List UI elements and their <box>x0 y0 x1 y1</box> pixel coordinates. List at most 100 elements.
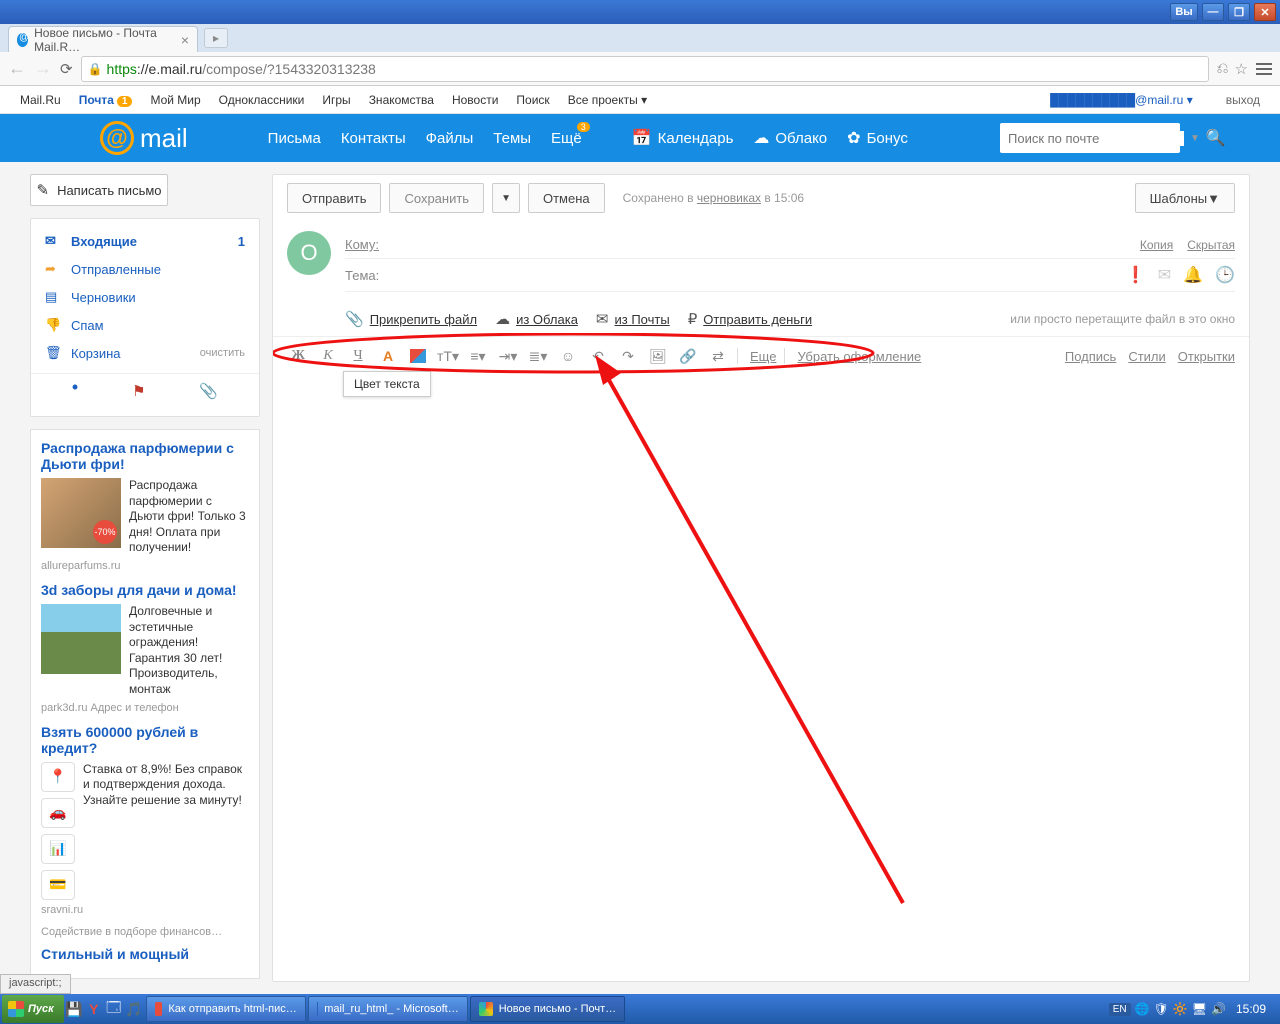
ad-item-1[interactable]: -70% Распродажа парфюмерии с Дьюти фри! … <box>41 478 249 556</box>
attach-tab-icon[interactable]: 📎 <box>199 382 218 400</box>
folder-inbox[interactable]: ✉ Входящие 1 <box>31 227 259 255</box>
cc-link[interactable]: Копия <box>1140 238 1173 252</box>
tab-close-icon[interactable]: × <box>181 32 189 48</box>
indent-button[interactable]: ⇥▾ <box>497 345 519 367</box>
ql-media-icon[interactable]: 🎵 <box>124 997 144 1021</box>
tray-volume-icon[interactable]: 🔊 <box>1211 1002 1226 1016</box>
taskbar-item-3[interactable]: Новое письмо - Почт… <box>470 996 625 1022</box>
translate-button[interactable]: ⇄ <box>707 345 729 367</box>
unread-tab-icon[interactable]: • <box>72 382 78 400</box>
save-button[interactable]: Сохранить <box>389 183 484 213</box>
to-label[interactable]: Кому: <box>345 237 379 252</box>
tray-icon[interactable]: 🖥 <box>1192 1002 1207 1016</box>
toplink-pochta[interactable]: Почта1 <box>79 93 133 107</box>
tray-lang[interactable]: EN <box>1109 1003 1131 1016</box>
close-button[interactable]: ✕ <box>1254 3 1276 21</box>
taskbar-item-2[interactable]: mail_ru_html_ - Microsoft… <box>308 996 468 1022</box>
styles-link[interactable]: Стили <box>1128 349 1165 364</box>
tray-clock[interactable]: 15:09 <box>1230 1002 1272 1016</box>
notify-icon[interactable]: 🔔 <box>1183 265 1203 285</box>
browser-menu-button[interactable] <box>1256 63 1272 75</box>
attach-cloud-button[interactable]: ☁из Облака <box>495 310 578 328</box>
browser-tab[interactable]: Новое письмо - Почта Mail.R… × <box>8 26 198 52</box>
save-dropdown-button[interactable]: ▼ <box>492 183 520 213</box>
nav-bonus[interactable]: ✿Бонус <box>847 128 908 148</box>
folder-spam[interactable]: 👎 Спам <box>31 311 259 339</box>
image-button[interactable]: 🖼 <box>647 345 669 367</box>
subject-field-row[interactable]: Тема: ❗ ✉ 🔔 🕒 <box>345 259 1235 292</box>
emoji-button[interactable]: ☺ <box>557 345 579 367</box>
toplink-dating[interactable]: Знакомства <box>369 93 434 107</box>
bcc-link[interactable]: Скрытая <box>1187 238 1235 252</box>
nav-files[interactable]: Файлы <box>426 130 474 147</box>
schedule-icon[interactable]: 🕒 <box>1215 265 1235 285</box>
nav-themes[interactable]: Темы <box>493 130 531 147</box>
flag-tab-icon[interactable]: ⚑ <box>132 382 145 400</box>
underline-button[interactable]: Ч <box>347 345 369 367</box>
send-money-button[interactable]: ₽Отправить деньги <box>688 310 812 328</box>
start-button[interactable]: Пуск <box>2 995 64 1023</box>
trash-clear-link[interactable]: очистить <box>200 347 245 359</box>
toplink-ok[interactable]: Одноклассники <box>219 93 305 107</box>
logout-link[interactable]: выход <box>1226 93 1260 107</box>
new-tab-button[interactable]: ▸ <box>204 28 228 48</box>
send-button[interactable]: Отправить <box>287 183 381 213</box>
toplink-games[interactable]: Игры <box>322 93 350 107</box>
ql-desktop-icon[interactable]: 🗔 <box>104 997 124 1021</box>
bg-color-button[interactable] <box>407 345 429 367</box>
lang-button[interactable]: Вы <box>1170 3 1198 21</box>
search-dropdown-icon[interactable]: ▼ <box>1190 133 1200 144</box>
nav-more[interactable]: Ещё3 <box>551 130 582 147</box>
toplink-all[interactable]: Все проекты ▾ <box>568 93 647 107</box>
link-button[interactable]: 🔗 <box>677 345 699 367</box>
toplink-news[interactable]: Новости <box>452 93 498 107</box>
search-icon[interactable]: 🔍 <box>1206 128 1226 148</box>
nav-contacts[interactable]: Контакты <box>341 130 406 147</box>
italic-button[interactable]: К <box>317 345 339 367</box>
ad-title-2[interactable]: 3d заборы для дачи и дома! <box>41 582 249 598</box>
font-size-button[interactable]: тT▾ <box>437 345 459 367</box>
folder-drafts[interactable]: ▤ Черновики <box>31 283 259 311</box>
receipt-icon[interactable]: ✉ <box>1158 265 1171 285</box>
ad-title-4[interactable]: Стильный и мощный <box>41 946 249 962</box>
nav-calendar[interactable]: 📅Календарь <box>632 128 734 148</box>
folder-trash[interactable]: 🗑 Корзина очистить <box>31 339 259 367</box>
ad-item-3[interactable]: 📍🚗📊💳 Ставка от 8,9%! Без справок и подтв… <box>41 762 249 900</box>
attach-mail-button[interactable]: ✉из Почты <box>596 310 670 328</box>
minimize-button[interactable]: — <box>1202 3 1224 21</box>
templates-button[interactable]: Шаблоны ▼ <box>1135 183 1235 213</box>
signature-link[interactable]: Подпись <box>1065 349 1116 364</box>
to-field-row[interactable]: Кому: Копия Скрытая <box>345 231 1235 259</box>
user-email-dropdown[interactable]: ██████████@mail.ru ▾ <box>1050 93 1193 107</box>
folder-sent[interactable]: ➦ Отправленные <box>31 255 259 283</box>
tray-icon[interactable]: 🔆 <box>1173 1002 1188 1016</box>
nav-cloud[interactable]: ☁Облако <box>753 128 827 148</box>
priority-icon[interactable]: ❗ <box>1126 265 1146 285</box>
ql-yandex-icon[interactable]: Y <box>84 997 104 1021</box>
toplink-mailru[interactable]: Mail.Ru <box>20 93 61 107</box>
align-button[interactable]: ≡▾ <box>467 345 489 367</box>
undo-button[interactable]: ↶ <box>587 345 609 367</box>
text-color-button[interactable]: А <box>377 345 399 367</box>
compose-body[interactable] <box>273 375 1249 981</box>
forward-button[interactable]: → <box>34 58 52 79</box>
ad-item-2[interactable]: Долговечные и эстетичные ограждения! Гар… <box>41 604 249 698</box>
back-button[interactable]: ← <box>8 58 26 79</box>
drafts-link[interactable]: черновиках <box>697 191 761 205</box>
redo-button[interactable]: ↷ <box>617 345 639 367</box>
mailru-logo[interactable]: @ mail <box>100 121 188 155</box>
compose-button[interactable]: ✎ Написать письмо <box>30 174 168 206</box>
ql-save-icon[interactable]: 💾 <box>64 997 84 1021</box>
address-bar[interactable]: 🔒 https ://e.mail.ru /compose/?154332031… <box>81 56 1209 82</box>
maximize-button[interactable]: ❐ <box>1228 3 1250 21</box>
search-input[interactable] <box>1008 131 1184 146</box>
star-icon[interactable]: ☆ <box>1235 60 1248 78</box>
taskbar-item-1[interactable]: Как отправить html-пис… <box>146 996 306 1022</box>
clear-format-link[interactable]: Убрать оформление <box>797 349 921 364</box>
cancel-button[interactable]: Отмена <box>528 183 605 213</box>
reload-button[interactable]: ⟳ <box>60 60 73 78</box>
ad-title-1[interactable]: Распродажа парфюмерии с Дьюти фри! <box>41 440 249 472</box>
tray-icon[interactable]: 🛡 <box>1154 1002 1169 1016</box>
toplink-moimir[interactable]: Мой Мир <box>150 93 200 107</box>
list-button[interactable]: ≣▾ <box>527 345 549 367</box>
